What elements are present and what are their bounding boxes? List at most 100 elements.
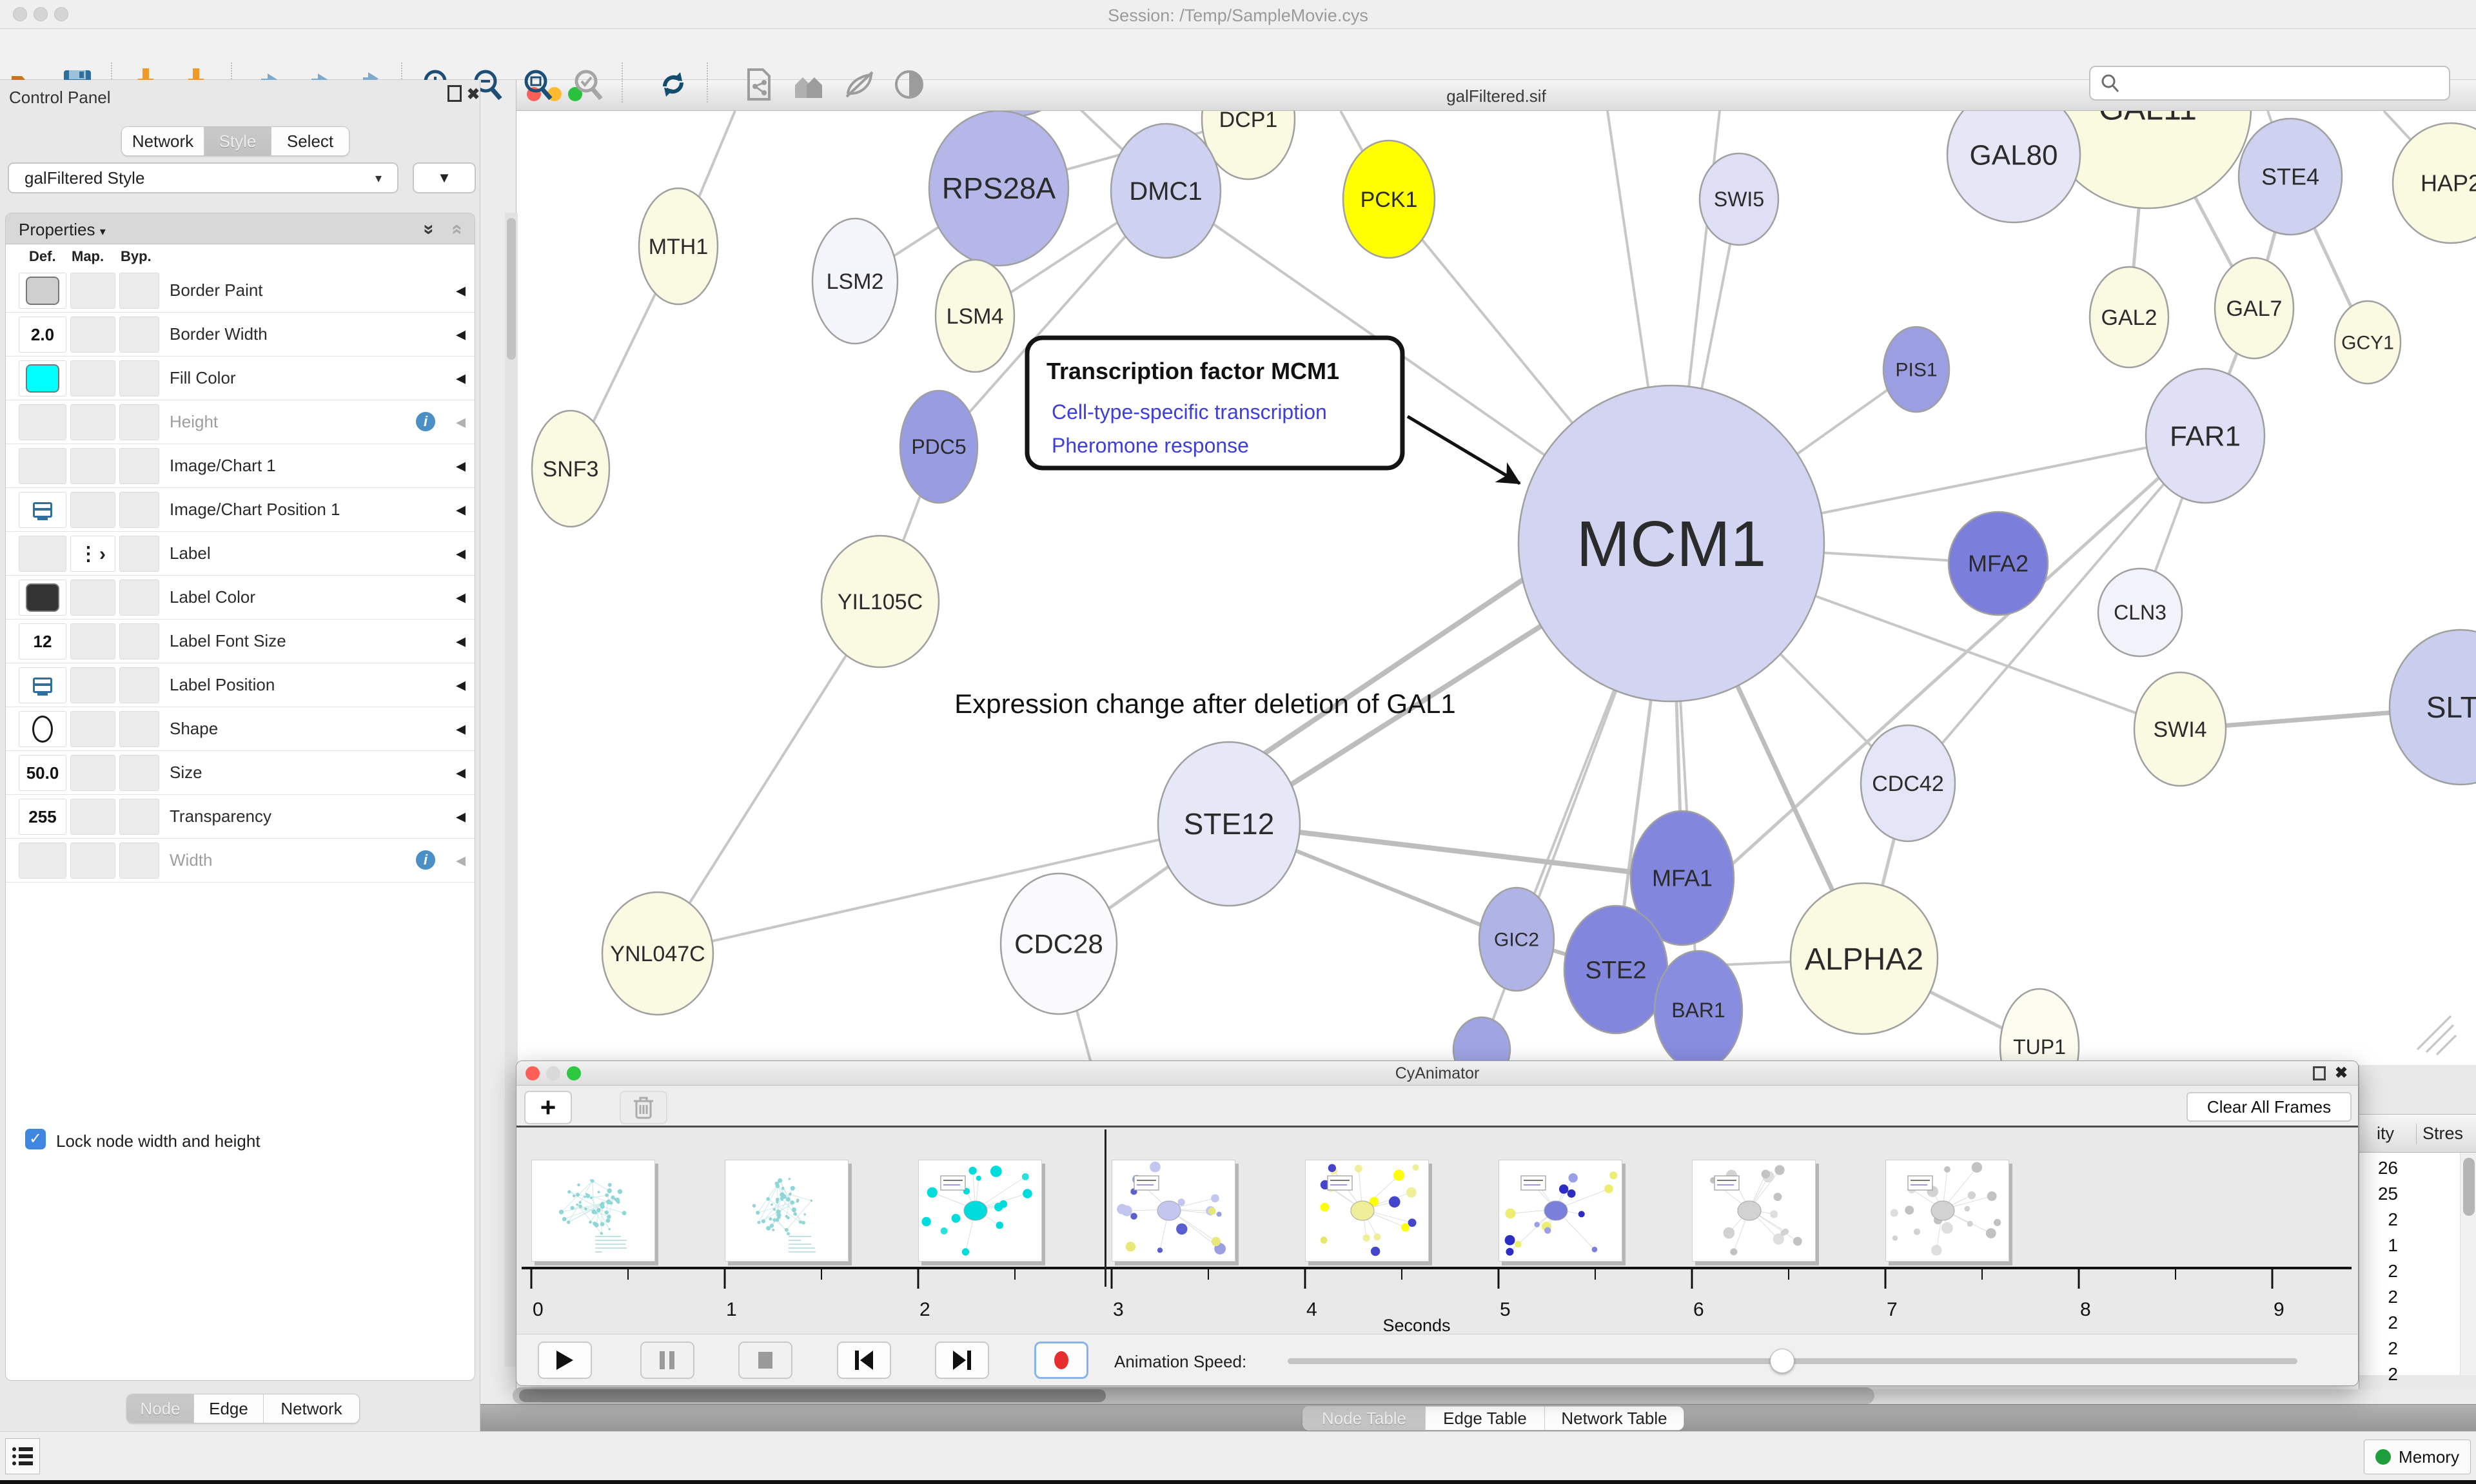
nested-networks-icon[interactable] [791, 66, 827, 103]
tab-select[interactable]: Select [271, 127, 349, 155]
column-divider[interactable] [2416, 1124, 2417, 1144]
close-window-icon[interactable]: ✖ [2335, 1064, 2348, 1082]
search-field[interactable] [2089, 66, 2450, 101]
pause-button[interactable] [640, 1342, 694, 1379]
bypass-cell[interactable] [119, 404, 159, 440]
search-input[interactable] [2121, 73, 2431, 93]
table-horizontal-scrollbar[interactable] [513, 1387, 1874, 1404]
annotation-link[interactable]: Pheromone response [1052, 434, 1249, 457]
float-panel-icon[interactable] [447, 85, 462, 102]
network-document-icon[interactable] [740, 66, 776, 103]
expand-all-icon[interactable]: » [418, 224, 440, 235]
tab-style[interactable]: Style [204, 127, 271, 155]
default-value-cell[interactable]: 50.0 [19, 755, 66, 791]
table-row[interactable]: 26 [2359, 1158, 2460, 1184]
cyanimator-titlebar[interactable]: CyAnimator ✖ [516, 1061, 2358, 1086]
property-row-label-color[interactable]: Label Color◂ [6, 576, 475, 620]
expand-arrow-icon[interactable]: ◂ [456, 454, 466, 477]
property-row-height[interactable]: Heighti◂ [6, 400, 475, 444]
scrollbar-thumb[interactable] [519, 1389, 1106, 1402]
default-value-cell[interactable] [19, 536, 66, 572]
bypass-cell[interactable] [119, 580, 159, 616]
tab-edge-table[interactable]: Edge Table [1426, 1407, 1545, 1430]
property-row-label-position[interactable]: Label Position◂ [6, 663, 475, 707]
network-edge[interactable] [658, 824, 1229, 953]
expand-arrow-icon[interactable]: ◂ [456, 586, 466, 609]
expand-arrow-icon[interactable]: ◂ [456, 805, 466, 828]
memory-button[interactable]: Memory [2364, 1440, 2471, 1474]
tab-node[interactable]: Node [127, 1394, 194, 1423]
bypass-cell[interactable] [119, 317, 159, 353]
annotation-caption[interactable]: Expression change after deletion of GAL1 [954, 688, 1456, 719]
table-row[interactable]: 1 [2359, 1235, 2460, 1261]
timeline[interactable]: 0123456789Seconds [516, 1128, 2358, 1334]
property-row-image-chart-position-1[interactable]: Image/Chart Position 1◂ [6, 488, 475, 532]
table-row[interactable]: 2 [2359, 1261, 2460, 1287]
bypass-cell[interactable] [119, 273, 159, 309]
bypass-cell[interactable] [119, 711, 159, 747]
property-row-width[interactable]: Widthi◂ [6, 839, 475, 883]
property-row-size[interactable]: 50.0Size◂ [6, 751, 475, 795]
default-value-cell[interactable] [19, 448, 66, 484]
mapping-cell[interactable] [70, 273, 115, 309]
resize-grip-icon[interactable] [2426, 1025, 2453, 1052]
property-row-image-chart-1[interactable]: Image/Chart 1◂ [6, 444, 475, 488]
playhead[interactable] [1105, 1129, 1106, 1287]
property-row-border-paint[interactable]: Border Paint◂ [6, 269, 475, 313]
property-row-label-font-size[interactable]: 12Label Font Size◂ [6, 620, 475, 663]
record-button[interactable] [1034, 1342, 1088, 1379]
float-window-icon[interactable] [2313, 1066, 2326, 1080]
tab-node-table[interactable]: Node Table [1303, 1407, 1426, 1430]
mapping-cell[interactable] [70, 843, 115, 879]
table-rows[interactable]: 26252122222 [2359, 1153, 2460, 1375]
bypass-cell[interactable] [119, 843, 159, 879]
column-header-connectivity[interactable]: ity [2359, 1124, 2394, 1144]
expand-arrow-icon[interactable]: ◂ [456, 630, 466, 652]
expand-arrow-icon[interactable]: ◂ [456, 674, 466, 696]
property-row-label[interactable]: ⋮›Label◂ [6, 532, 475, 576]
info-icon[interactable]: i [416, 850, 435, 870]
refresh-layout-icon[interactable] [655, 66, 691, 103]
bypass-cell[interactable] [119, 623, 159, 659]
expand-arrow-icon[interactable]: ◂ [456, 849, 466, 872]
step-back-button[interactable] [837, 1342, 891, 1379]
bypass-cell[interactable] [119, 755, 159, 791]
mapping-cell[interactable] [70, 755, 115, 791]
clear-all-frames-button[interactable]: Clear All Frames [2186, 1092, 2352, 1122]
expand-arrow-icon[interactable]: ◂ [456, 367, 466, 389]
table-row[interactable]: 2 [2359, 1209, 2460, 1235]
mapping-cell[interactable] [70, 317, 115, 353]
slider-thumb[interactable] [1770, 1349, 1794, 1373]
style-selector[interactable]: galFiltered Style ▾ [8, 162, 398, 193]
expand-arrow-icon[interactable]: ◂ [456, 498, 466, 521]
mapping-cell[interactable] [70, 492, 115, 528]
bypass-cell[interactable] [119, 667, 159, 703]
default-value-cell[interactable] [19, 492, 66, 528]
collapse-all-icon[interactable]: « [446, 224, 468, 235]
stop-button[interactable] [738, 1342, 792, 1379]
mapping-cell[interactable] [70, 667, 115, 703]
column-header-stress[interactable]: Stres [2422, 1124, 2463, 1144]
lock-dimensions-checkbox[interactable]: ✓ [25, 1129, 46, 1149]
tab-network[interactable]: Network [264, 1394, 359, 1423]
expand-arrow-icon[interactable]: ◂ [456, 542, 466, 565]
property-row-border-width[interactable]: 2.0Border Width◂ [6, 313, 475, 356]
mapping-cell[interactable] [70, 404, 115, 440]
default-value-cell[interactable] [19, 404, 66, 440]
expand-arrow-icon[interactable]: ◂ [456, 323, 466, 346]
default-value-cell[interactable] [19, 711, 66, 747]
info-icon[interactable]: i [416, 412, 435, 431]
default-value-cell[interactable] [19, 667, 66, 703]
tab-network-table[interactable]: Network Table [1545, 1407, 1684, 1430]
scrollbar-thumb[interactable] [2463, 1158, 2475, 1216]
table-row[interactable]: 2 [2359, 1364, 2460, 1390]
mapping-cell[interactable] [70, 360, 115, 396]
bypass-cell[interactable] [119, 536, 159, 572]
properties-header[interactable]: Properties ▾ » « [6, 213, 475, 244]
play-button[interactable] [538, 1342, 592, 1379]
mapping-cell[interactable] [70, 580, 115, 616]
default-value-cell[interactable] [19, 360, 66, 396]
expand-arrow-icon[interactable]: ◂ [456, 279, 466, 302]
scrollbar-thumb[interactable] [507, 218, 516, 360]
table-row[interactable]: 25 [2359, 1184, 2460, 1209]
